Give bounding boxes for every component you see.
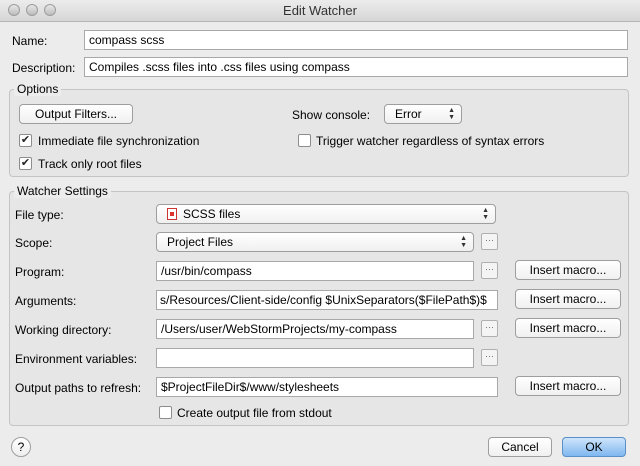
immediate-sync-label: Immediate file synchronization xyxy=(38,134,200,148)
scope-label: Scope: xyxy=(15,236,53,250)
environment-variables-browse-button[interactable]: ··· xyxy=(481,349,498,366)
track-root-checkbox[interactable]: ✔ xyxy=(19,157,32,170)
working-directory-browse-button[interactable]: ··· xyxy=(481,320,498,337)
show-console-label: Show console: xyxy=(292,108,371,122)
create-output-checkbox[interactable] xyxy=(159,406,172,419)
description-input[interactable]: Compiles .scss files into .css files usi… xyxy=(84,57,628,77)
select-arrows-icon: ▲ ▼ xyxy=(448,107,455,121)
file-type-label: File type: xyxy=(15,208,64,222)
scope-browse-button[interactable]: ··· xyxy=(481,233,498,250)
name-label: Name: xyxy=(12,34,48,48)
arguments-insert-macro-button[interactable]: Insert macro... xyxy=(515,289,621,309)
options-group-title: Options xyxy=(14,82,62,96)
file-type-select[interactable]: SCSS files ▲ ▼ xyxy=(156,204,496,224)
scss-file-icon xyxy=(167,208,177,220)
arguments-label: Arguments: xyxy=(15,294,77,308)
cancel-button[interactable]: Cancel xyxy=(488,437,552,457)
checkmark-icon: ✔ xyxy=(20,134,31,146)
program-browse-button[interactable]: ··· xyxy=(481,262,498,279)
trigger-regardless-label: Trigger watcher regardless of syntax err… xyxy=(316,134,545,148)
window-title: Edit Watcher xyxy=(283,3,357,18)
working-directory-insert-macro-button[interactable]: Insert macro... xyxy=(515,318,621,338)
scope-value: Project Files xyxy=(167,235,234,249)
scope-select[interactable]: Project Files ▲ ▼ xyxy=(156,232,474,252)
trigger-regardless-checkbox[interactable] xyxy=(298,134,311,147)
track-root-label: Track only root files xyxy=(38,157,142,171)
working-directory-input[interactable]: /Users/user/WebStormProjects/my-compass xyxy=(156,319,474,339)
output-paths-input[interactable]: $ProjectFileDir$/www/stylesheets xyxy=(156,377,498,397)
arguments-input[interactable]: s/Resources/Client-side/config $UnixSepa… xyxy=(156,290,498,310)
select-arrows-icon: ▲ ▼ xyxy=(460,235,467,249)
create-output-label: Create output file from stdout xyxy=(177,406,332,420)
ok-button[interactable]: OK xyxy=(562,437,626,457)
help-icon: ? xyxy=(17,440,25,454)
output-filters-button[interactable]: Output Filters... xyxy=(19,104,133,124)
file-type-value: SCSS files xyxy=(183,207,241,221)
show-console-value: Error xyxy=(395,107,422,121)
description-label: Description: xyxy=(12,61,76,75)
output-paths-label: Output paths to refresh: xyxy=(15,381,142,395)
program-label: Program: xyxy=(15,265,65,279)
help-button[interactable]: ? xyxy=(11,437,31,457)
immediate-sync-checkbox[interactable]: ✔ xyxy=(19,134,32,147)
program-input[interactable]: /usr/bin/compass xyxy=(156,261,474,281)
environment-variables-label: Environment variables: xyxy=(15,352,138,366)
select-arrows-icon: ▲ ▼ xyxy=(482,207,489,221)
environment-variables-input[interactable] xyxy=(156,348,474,368)
name-input[interactable]: compass scss xyxy=(84,30,628,50)
checkmark-icon: ✔ xyxy=(20,157,31,169)
show-console-select[interactable]: Error ▲ ▼ xyxy=(384,104,462,124)
program-insert-macro-button[interactable]: Insert macro... xyxy=(515,260,621,280)
output-paths-insert-macro-button[interactable]: Insert macro... xyxy=(515,376,621,396)
working-directory-label: Working directory: xyxy=(15,323,112,337)
watcher-settings-title: Watcher Settings xyxy=(14,184,111,198)
